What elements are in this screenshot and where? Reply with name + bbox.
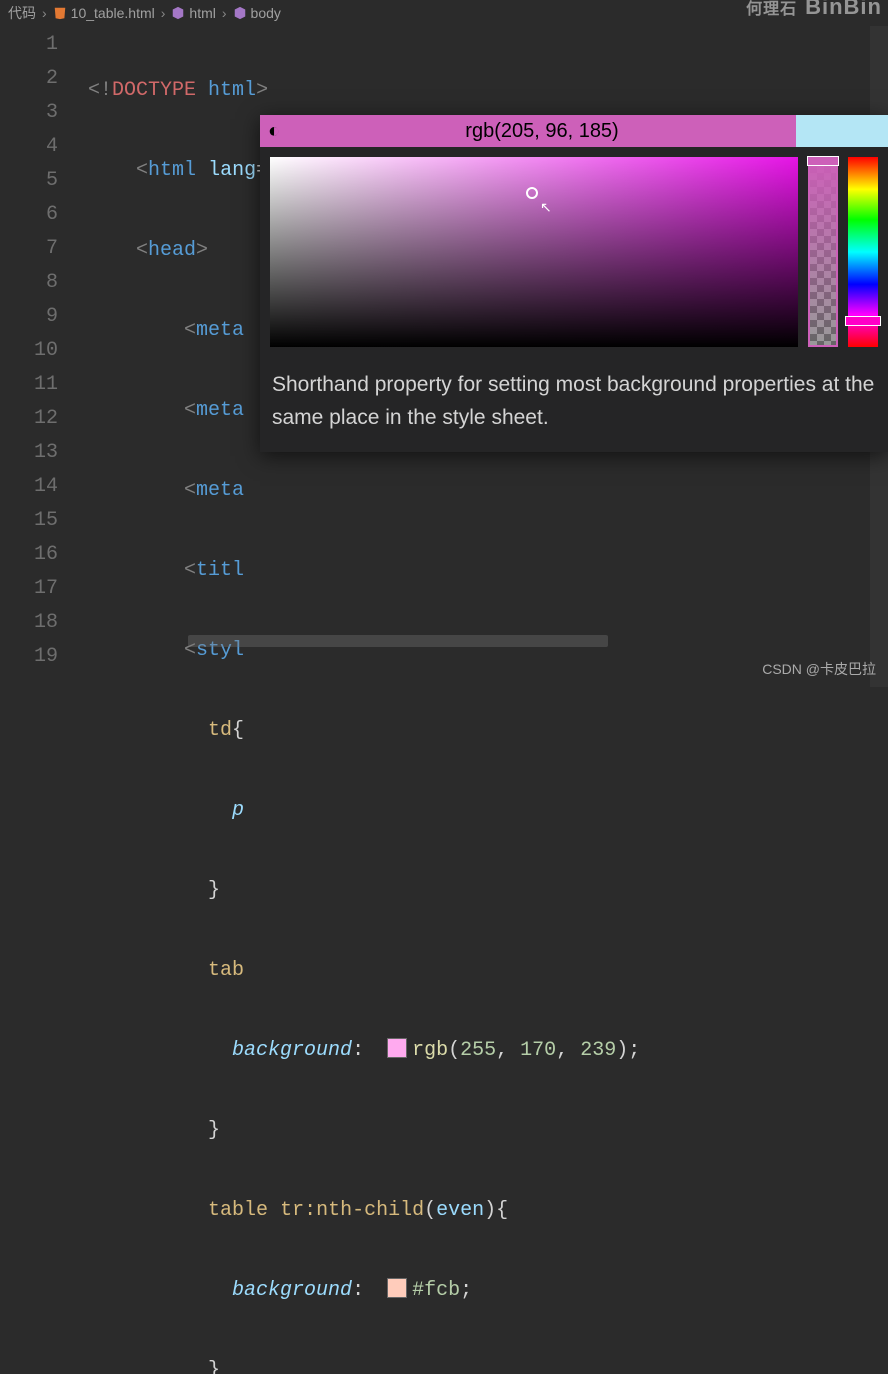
horizontal-scrollbar[interactable] [188,635,608,647]
property-description: Shorthand property for setting most back… [260,357,888,452]
breadcrumb-root[interactable]: 代码 [8,3,36,23]
color-swatch[interactable] [388,1039,406,1057]
previous-color-swatch[interactable] [796,115,888,147]
chevron-right-icon: › [222,5,227,21]
chevron-right-icon: › [161,5,166,21]
code-line: background: #fcb; [88,1274,888,1308]
color-picker-header[interactable]: ◐ rgb(205, 96, 185) [260,115,888,147]
breadcrumb-file[interactable]: 10_table.html [71,5,155,21]
opacity-slider[interactable] [808,157,838,347]
code-line: tab [88,954,888,988]
watermark-top: 何理石BinBin [746,0,882,20]
code-line: <titl [88,554,888,588]
chevron-right-icon: › [42,5,47,21]
code-line: background: rgb(255, 170, 239); [88,1034,888,1068]
html-file-icon [53,6,67,20]
saturation-value-field[interactable]: ↖ [270,157,798,347]
mouse-cursor-icon: ↖ [540,199,552,216]
line-number-gutter: 1 2 3 4 5 6 7 8 9 10 11 12 13 14 15 16 1… [0,26,88,687]
symbol-icon [171,6,185,20]
hue-slider-thumb[interactable] [846,317,880,325]
watermark-bottom: CSDN @卡皮巴拉 [762,659,876,679]
code-line: } [88,1354,888,1374]
hue-slider[interactable] [848,157,878,347]
color-cursor-icon [526,187,538,199]
color-picker-popup: ◐ rgb(205, 96, 185) ↖ Shorthand property… [260,115,888,452]
color-value-label[interactable]: rgb(205, 96, 185) [288,120,796,143]
code-line: td{ [88,714,888,748]
symbol-icon [233,6,247,20]
code-line: } [88,1114,888,1148]
code-line: p [88,794,888,828]
contrast-icon[interactable]: ◐ [260,120,288,143]
opacity-slider-thumb[interactable] [808,157,838,165]
breadcrumb-node[interactable]: html [189,5,215,21]
code-line: } [88,874,888,908]
breadcrumb-node[interactable]: body [251,5,281,21]
code-line: <meta [88,474,888,508]
code-line: <!DOCTYPE html> [88,74,888,108]
color-swatch[interactable] [388,1279,406,1297]
code-line: table tr:nth-child(even){ [88,1194,888,1228]
